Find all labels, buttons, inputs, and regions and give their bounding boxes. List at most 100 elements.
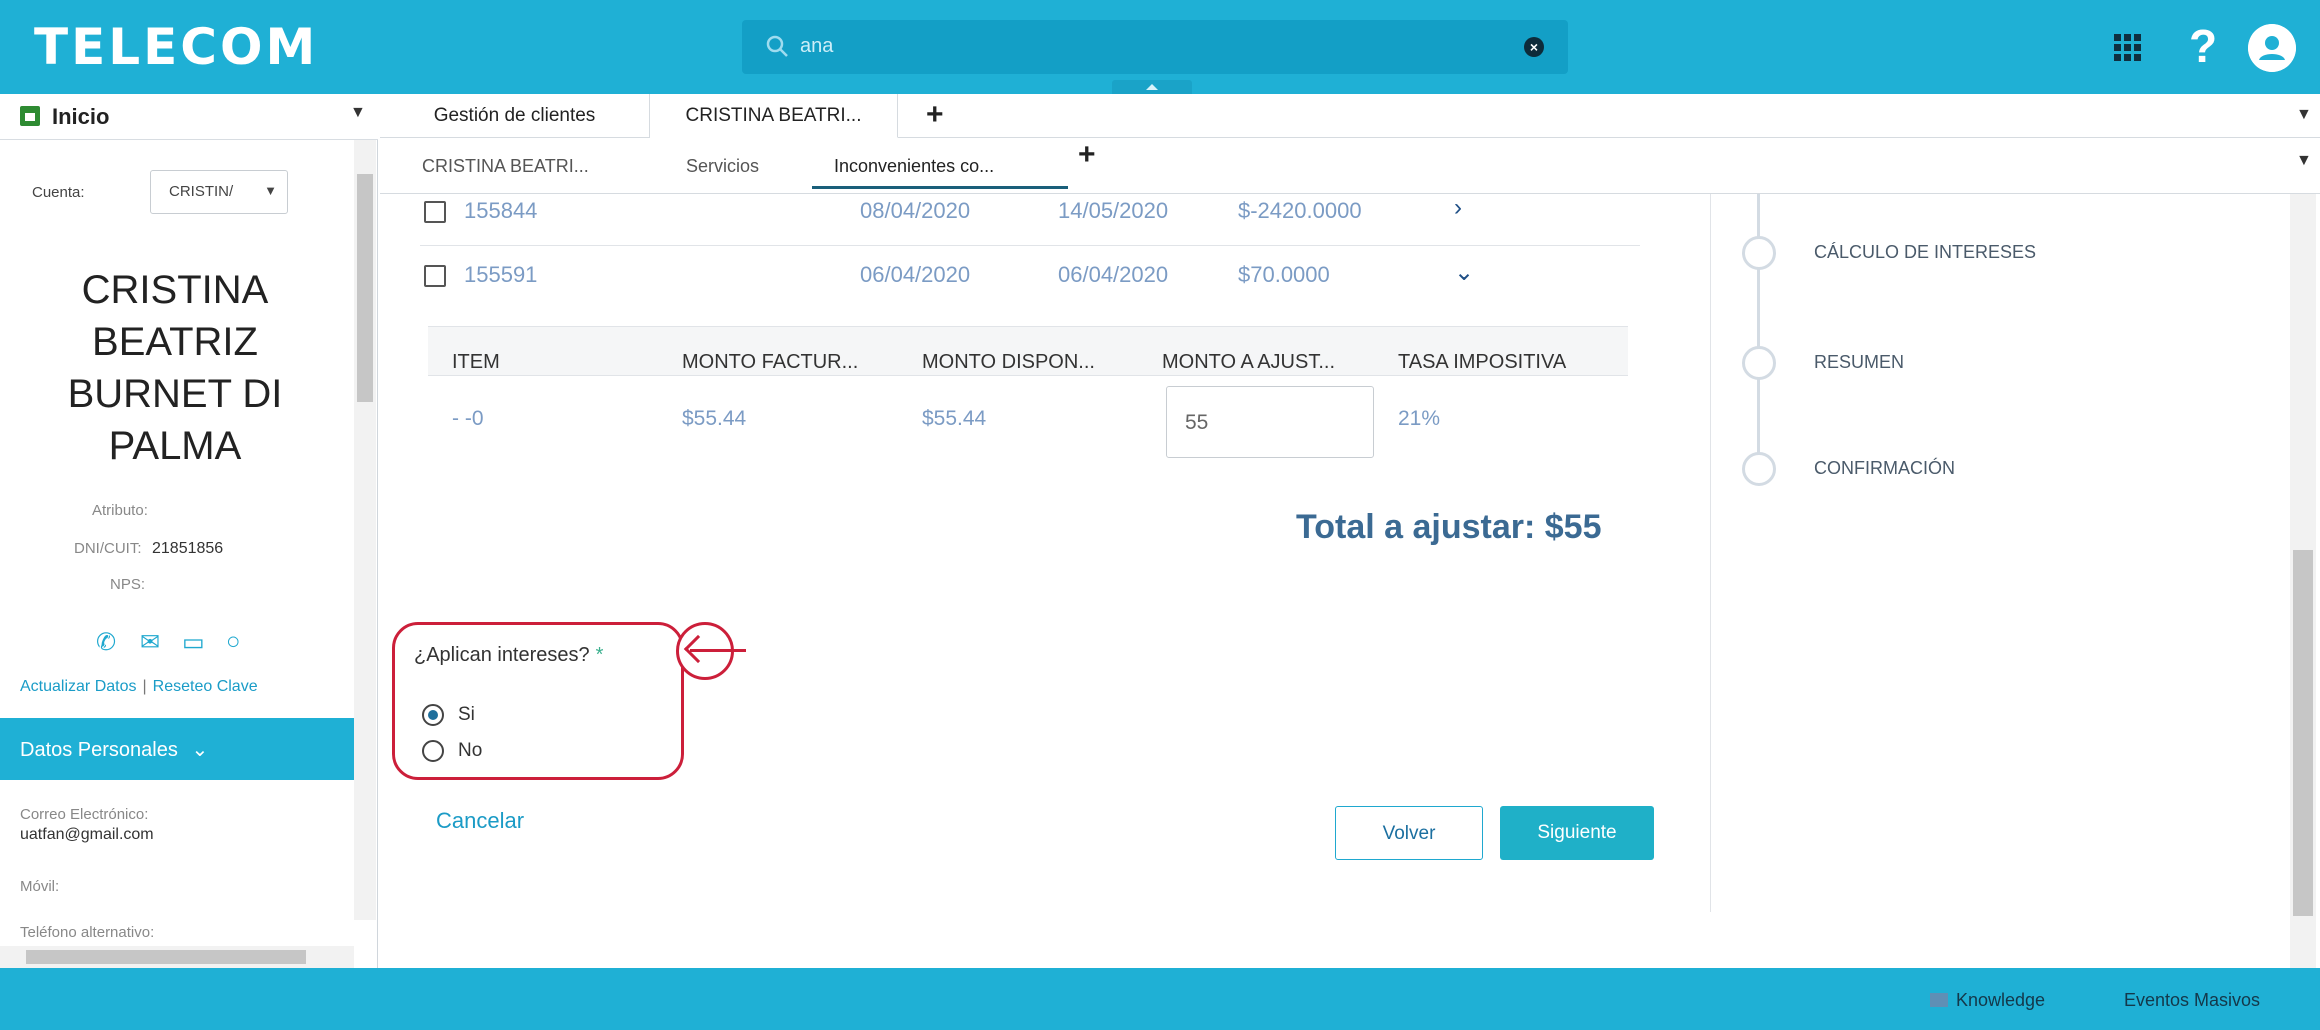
- sidebar-title: Inicio: [52, 104, 110, 129]
- step-dot: [1742, 236, 1776, 270]
- service-amount: $-2420.0000: [1238, 198, 1362, 223]
- user-avatar-icon[interactable]: [2248, 24, 2296, 72]
- tab-gestion-clientes[interactable]: Gestión de clientes: [380, 94, 650, 138]
- row-checkbox[interactable]: [424, 201, 446, 223]
- knowledge-button[interactable]: Knowledge: [1930, 990, 2045, 1011]
- radio-no-label[interactable]: No: [458, 740, 482, 762]
- main-scroll-thumb[interactable]: [2293, 550, 2313, 916]
- monto-ajustar-input[interactable]: 55: [1166, 386, 1374, 458]
- sidebar-scroll-thumb[interactable]: [357, 174, 373, 402]
- client-name: CRISTINA BEATRIZ BURNET DI PALMA: [67, 268, 283, 468]
- interest-question-label: ¿Aplican intereses? *: [414, 644, 603, 667]
- help-icon[interactable]: ?: [2183, 22, 2223, 70]
- service-row[interactable]: 155591 06/04/2020 06/04/2020 $70.0000 ⌄: [420, 250, 1640, 310]
- mail-icon[interactable]: ✉: [140, 628, 160, 657]
- personal-data-section[interactable]: Datos Personales ⌄: [0, 718, 354, 780]
- step-dot: [1742, 346, 1776, 380]
- utility-bar: Knowledge Eventos Masivos: [0, 968, 2320, 1030]
- alt-phone-label: Teléfono alternativo:: [20, 924, 155, 941]
- step-calculo-intereses: CÁLCULO DE INTERESES: [1814, 242, 2037, 262]
- chevron-right-icon[interactable]: ›: [1454, 194, 1462, 222]
- column-header: TASA IMPOSITIVA: [1398, 351, 1567, 373]
- add-subtab-icon[interactable]: +: [1078, 138, 1096, 172]
- service-amount: $70.0000: [1238, 262, 1330, 287]
- tab-label: CRISTINA BEATRI...: [685, 105, 862, 126]
- brand-logo: TELECOM: [34, 18, 319, 76]
- next-button[interactable]: Siguiente: [1500, 806, 1654, 860]
- account-links: Actualizar Datos | Reseteo Clave: [20, 678, 258, 696]
- email-value: uatfan@gmail.com: [20, 826, 154, 843]
- phone-icon[interactable]: ✆: [96, 628, 116, 657]
- cuenta-select-value: CRISTIN/: [169, 183, 234, 200]
- subtab-cristina[interactable]: CRISTINA BEATRI...: [422, 156, 589, 177]
- monto-disponible-value: $55.44: [922, 407, 987, 430]
- mobile-label: Móvil:: [20, 878, 60, 895]
- service-date-end: 06/04/2020: [1058, 262, 1169, 287]
- column-header: MONTO FACTUR...: [682, 351, 859, 373]
- chevron-down-icon[interactable]: ▼: [350, 104, 366, 122]
- subtab-servicios[interactable]: Servicios: [686, 156, 759, 177]
- radio-si-label[interactable]: Si: [458, 704, 475, 726]
- sidebar-hscroll-thumb[interactable]: [26, 950, 306, 964]
- table-row: [428, 375, 1628, 475]
- step-confirmacion: CONFIRMACIÓN: [1814, 458, 1955, 478]
- cuenta-select[interactable]: CRISTIN/ ▼: [150, 170, 288, 214]
- adjustment-detail-table: ITEM MONTO FACTUR... MONTO DISPON... MON…: [428, 326, 1628, 475]
- email-label: Correo Electrónico:: [20, 806, 149, 823]
- chevron-down-icon[interactable]: ▼: [2296, 106, 2312, 124]
- radio-si[interactable]: [422, 704, 444, 726]
- global-search[interactable]: ana ×: [742, 20, 1568, 74]
- section-title: Datos Personales: [20, 739, 178, 761]
- required-mark: *: [595, 644, 604, 666]
- service-date-end: 14/05/2020: [1058, 198, 1169, 223]
- book-icon: [1930, 993, 1948, 1007]
- link-separator: |: [142, 678, 147, 695]
- primary-tabs: Gestión de clientes CRISTINA BEATRI... +…: [380, 94, 2320, 138]
- card-icon[interactable]: ▭: [182, 628, 205, 657]
- column-header: ITEM: [452, 351, 500, 373]
- column-header: MONTO DISPON...: [922, 351, 1095, 373]
- chevron-down-icon: ▼: [264, 183, 277, 198]
- app-launcher-icon[interactable]: [2108, 28, 2148, 68]
- tab-cristina[interactable]: CRISTINA BEATRI...: [650, 94, 898, 138]
- global-header: TELECOM ana × ?: [0, 0, 2320, 94]
- chevron-down-icon[interactable]: ⌄: [1454, 258, 1474, 287]
- sidebar-header[interactable]: Inicio ▼: [0, 94, 378, 140]
- stepper-divider: [1710, 194, 1711, 912]
- tasa-value: 21%: [1398, 407, 1441, 430]
- nps-label: NPS:: [110, 576, 146, 593]
- column-header: MONTO A AJUST...: [1162, 351, 1336, 373]
- update-data-link[interactable]: Actualizar Datos: [20, 678, 137, 695]
- atributo-label: Atributo:: [92, 502, 148, 519]
- back-button[interactable]: Volver: [1335, 806, 1483, 860]
- total-adjust: Total a ajustar: $55: [1296, 508, 1602, 546]
- events-button[interactable]: Eventos Masivos: [2124, 990, 2260, 1011]
- radio-no[interactable]: [422, 740, 444, 762]
- item-value: - -0: [452, 407, 484, 430]
- knowledge-label: Knowledge: [1956, 990, 2046, 1010]
- cancel-link[interactable]: Cancelar: [436, 808, 524, 834]
- reset-password-link[interactable]: Reseteo Clave: [153, 678, 258, 695]
- service-row[interactable]: 155844 08/04/2020 14/05/2020 $-2420.0000…: [420, 186, 1640, 246]
- step-resumen: RESUMEN: [1814, 352, 1905, 372]
- tab-label: Gestión de clientes: [433, 105, 596, 126]
- add-tab-icon[interactable]: +: [926, 98, 944, 132]
- question-text: ¿Aplican intereses?: [414, 644, 590, 666]
- cuenta-label: Cuenta:: [32, 184, 85, 201]
- dni-label: DNI/CUIT:: [74, 540, 142, 557]
- chevron-down-icon[interactable]: ▼: [2296, 152, 2312, 170]
- chevron-down-icon: ⌄: [191, 739, 209, 761]
- service-date-start: 08/04/2020: [860, 198, 971, 223]
- row-checkbox[interactable]: [424, 265, 446, 287]
- contact-actions: ✆ ✉ ▭ ○: [96, 628, 276, 658]
- service-id: 155591: [464, 262, 538, 287]
- chat-icon[interactable]: ○: [226, 628, 241, 656]
- customer-sidebar: Inicio ▼ Cuenta: CRISTIN/ ▼ CRISTINA BEA…: [0, 94, 378, 968]
- search-input[interactable]: ana: [800, 35, 833, 58]
- home-icon: [20, 106, 40, 126]
- service-date-start: 06/04/2020: [860, 262, 971, 287]
- step-dot: [1742, 452, 1776, 486]
- header-collapse-handle[interactable]: [1112, 80, 1192, 94]
- subtab-inconvenientes[interactable]: Inconvenientes co...: [834, 156, 994, 177]
- clear-icon[interactable]: ×: [1524, 37, 1544, 57]
